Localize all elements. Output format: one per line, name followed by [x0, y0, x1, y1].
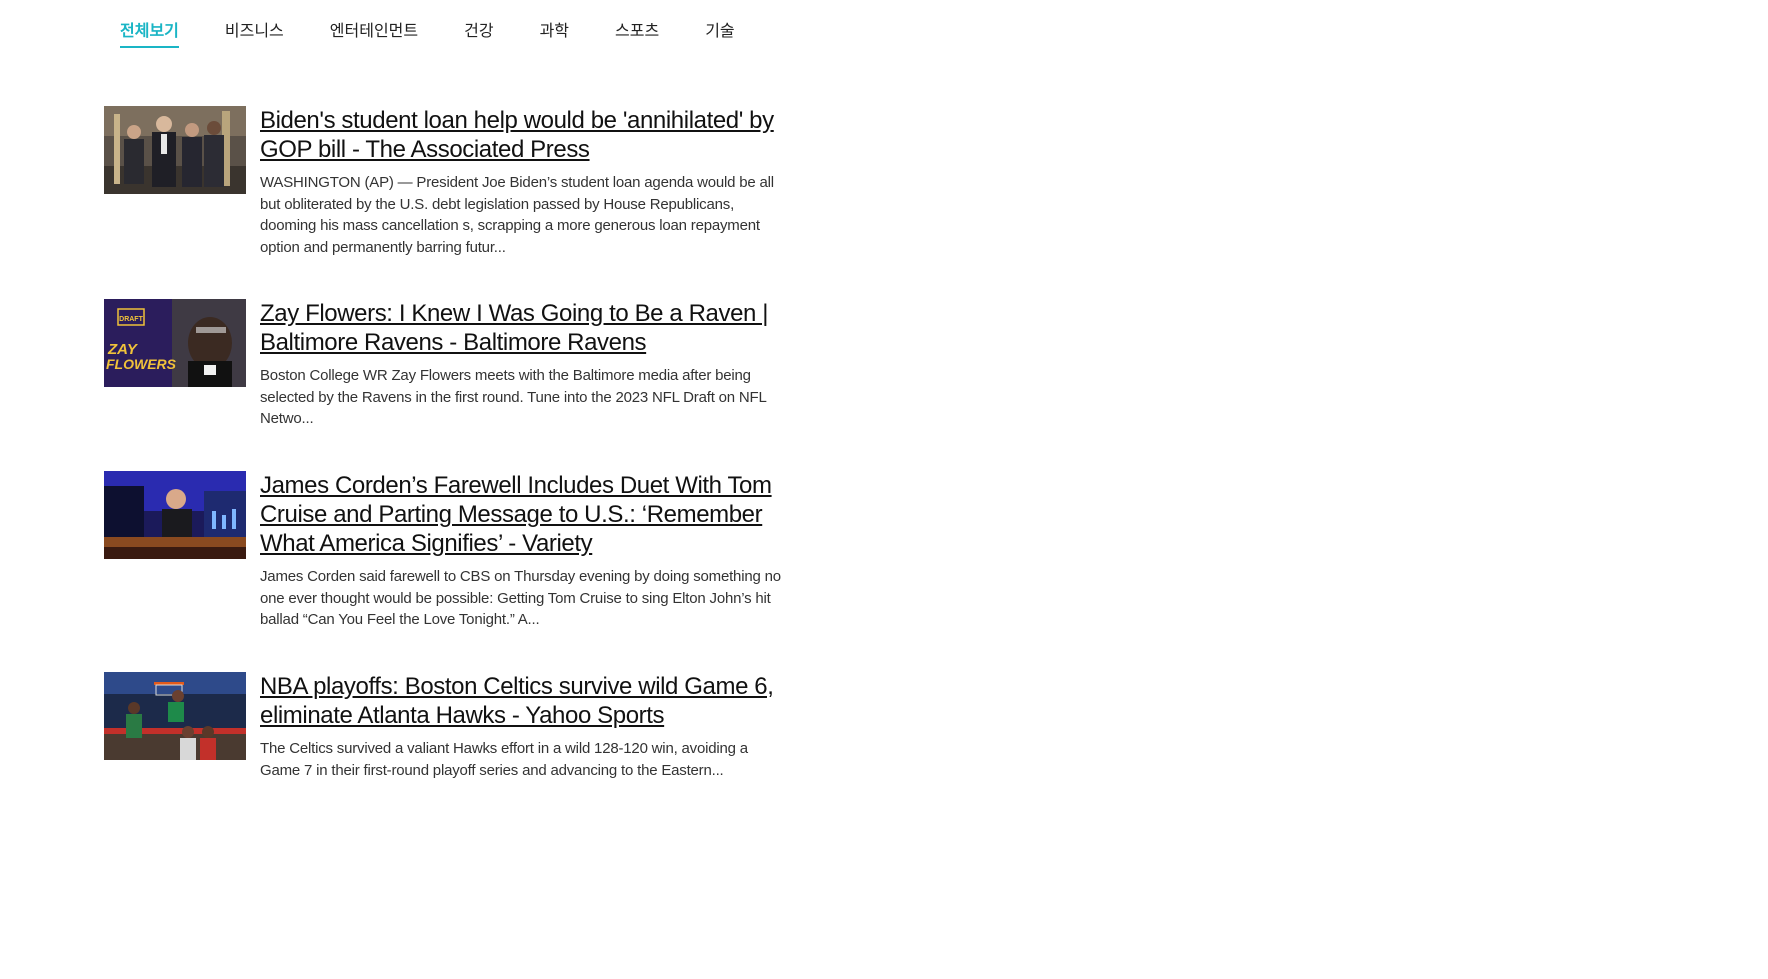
- news-item: James Corden’s Farewell Includes Duet Wi…: [104, 471, 794, 672]
- article-summary: WASHINGTON (AP) — President Joe Biden’s …: [260, 174, 774, 256]
- thumbnail-image: [104, 672, 246, 760]
- article-headline-link[interactable]: Zay Flowers: I Knew I Was Going to Be a …: [260, 299, 790, 357]
- article-summary: The Celtics survived a valiant Hawks eff…: [260, 740, 748, 779]
- thumbnail-name-line2: FLOWERS: [106, 356, 177, 372]
- tab-science[interactable]: 과학: [540, 20, 569, 46]
- tab-health[interactable]: 건강: [464, 20, 493, 46]
- article-summary: James Corden said farewell to CBS on Thu…: [260, 568, 781, 628]
- article-thumbnail[interactable]: [104, 471, 246, 559]
- tab-sports[interactable]: 스포츠: [615, 20, 659, 46]
- article-thumbnail[interactable]: [104, 672, 246, 760]
- article-content: Zay Flowers: I Knew I Was Going to Be a …: [260, 299, 790, 430]
- thumbnail-image: [104, 471, 246, 559]
- article-content: NBA playoffs: Boston Celtics survive wil…: [260, 672, 790, 781]
- article-headline-link[interactable]: NBA playoffs: Boston Celtics survive wil…: [260, 672, 790, 730]
- thumbnail-image: [104, 106, 246, 194]
- tab-technology[interactable]: 기술: [705, 20, 734, 46]
- tab-entertainment[interactable]: 엔터테인먼트: [330, 20, 418, 46]
- article-headline-link[interactable]: Biden's student loan help would be 'anni…: [260, 106, 790, 164]
- article-content: James Corden’s Farewell Includes Duet Wi…: [260, 471, 790, 631]
- thumbnail-image: DRAFT ZAY FLOWERS: [104, 299, 246, 387]
- news-item: DRAFT ZAY FLOWERS Zay Flowers: I Knew I …: [104, 299, 794, 471]
- tab-business[interactable]: 비즈니스: [225, 20, 284, 46]
- news-feed: Biden's student loan help would be 'anni…: [104, 106, 794, 802]
- category-tabs: 전체보기 비즈니스 엔터테인먼트 건강 과학 스포츠 기술: [120, 20, 781, 60]
- article-headline-link[interactable]: James Corden’s Farewell Includes Duet Wi…: [260, 471, 790, 558]
- news-item: Biden's student loan help would be 'anni…: [104, 106, 794, 299]
- tab-all[interactable]: 전체보기: [120, 20, 179, 48]
- article-thumbnail[interactable]: DRAFT ZAY FLOWERS: [104, 299, 246, 387]
- thumbnail-badge-text: DRAFT: [119, 316, 143, 323]
- article-summary: Boston College WR Zay Flowers meets with…: [260, 367, 767, 427]
- news-item: NBA playoffs: Boston Celtics survive wil…: [104, 672, 794, 802]
- article-content: Biden's student loan help would be 'anni…: [260, 106, 790, 258]
- article-thumbnail[interactable]: [104, 106, 246, 194]
